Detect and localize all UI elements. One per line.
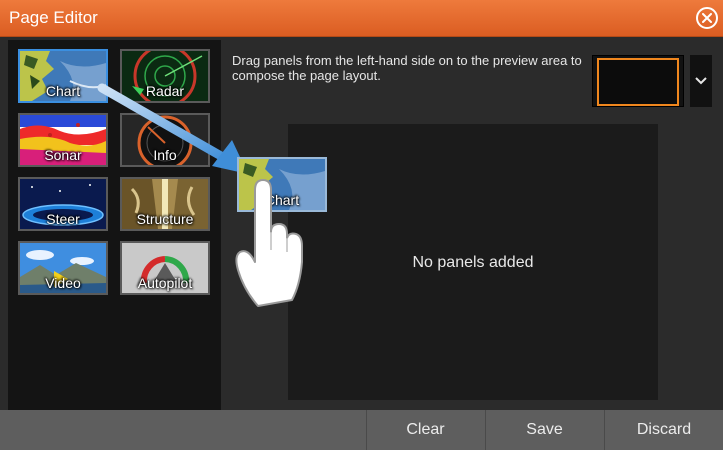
preview-empty-text: No panels added	[412, 254, 534, 271]
panel-tile-autopilot[interactable]: Autopilot	[120, 241, 210, 295]
close-icon[interactable]	[696, 7, 718, 29]
layout-preview-thumbnail[interactable]	[597, 58, 679, 106]
panel-tile-steer[interactable]: Steer	[18, 177, 108, 231]
panel-tile-structure[interactable]: Structure	[120, 177, 210, 231]
panel-tile-label: Structure	[136, 211, 194, 227]
window-title: Page Editor	[9, 8, 98, 27]
panel-tile-label: Autopilot	[137, 275, 193, 291]
panel-tile-sonar[interactable]: Sonar	[18, 113, 108, 167]
layout-selector[interactable]	[592, 55, 684, 107]
panel-tile-label: Sonar	[44, 147, 82, 163]
panel-tile-label: Steer	[46, 211, 80, 227]
panel-tile-video[interactable]: Video	[18, 241, 108, 295]
panel-tile-info[interactable]: Info	[120, 113, 210, 167]
panel-tile-label: Chart	[264, 192, 300, 208]
footer-bar: Clear Save Discard	[0, 410, 723, 450]
panel-tile-label: Video	[45, 275, 81, 291]
dragging-chart-tile[interactable]: Chart	[237, 157, 327, 212]
instructions-text: Drag panels from the left-hand side on t…	[232, 53, 582, 83]
title-bar: Page Editor	[0, 0, 723, 37]
panel-tile-label: Radar	[145, 83, 185, 99]
chevron-down-icon[interactable]	[690, 55, 712, 107]
save-button[interactable]: Save	[485, 410, 603, 450]
discard-button[interactable]: Discard	[604, 410, 723, 450]
preview-area[interactable]: No panels added	[288, 124, 658, 400]
panel-tile-label: Chart	[45, 83, 81, 99]
clear-button[interactable]: Clear	[366, 410, 484, 450]
page-editor-window: Page Editor Chart Radar Sonar Info Steer…	[0, 0, 723, 450]
panel-palette: Chart Radar Sonar Info Steer Structure V…	[8, 40, 221, 410]
panel-tile-label: Info	[153, 147, 177, 163]
panel-tile-chart[interactable]: Chart	[18, 49, 108, 103]
panel-tile-radar[interactable]: Radar	[120, 49, 210, 103]
